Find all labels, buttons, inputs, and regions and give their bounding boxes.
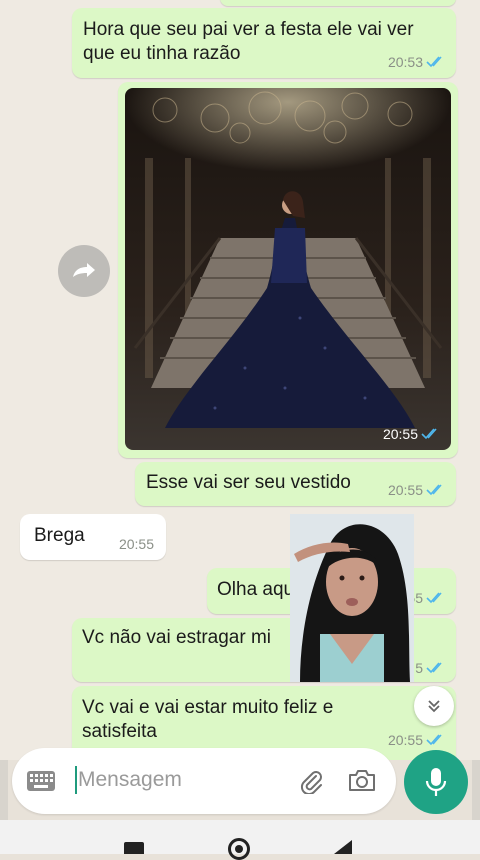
read-ticks-icon [426, 56, 442, 68]
dress-photo-illustration [125, 88, 451, 450]
message-meta: 20:53 [388, 54, 446, 70]
message-time: 20:55 [382, 426, 418, 442]
message-bubble-out[interactable]: Hora que seu pai ver a festa ele vai ver… [72, 8, 456, 78]
camera-icon[interactable] [348, 768, 376, 792]
message-text: Hora que seu pai ver a festa ele vai ver… [83, 19, 414, 64]
message-time: 20:55 [118, 536, 154, 552]
message-meta: 20:55 [388, 732, 446, 748]
system-nav-bar [0, 820, 480, 860]
dress-photo[interactable]: 20:55 [125, 88, 451, 450]
message-bubble-out[interactable]: Esse vai ser seu vestido 20:55 [135, 462, 456, 506]
image-meta: 20:55 [383, 426, 441, 442]
forward-button[interactable] [58, 245, 110, 297]
home-nav-icon[interactable] [228, 838, 250, 860]
message-bubble-partial [220, 0, 456, 6]
text-caret [75, 766, 77, 794]
message-meta: 5 [415, 660, 446, 676]
forward-icon [73, 263, 95, 277]
chat-area[interactable]: Hora que seu pai ver a festa ele vai ver… [0, 0, 480, 760]
recents-nav-icon[interactable] [124, 842, 144, 854]
message-time: 20:55 [387, 482, 423, 498]
keyboard-icon[interactable] [26, 770, 56, 792]
read-ticks-icon [426, 734, 442, 746]
read-ticks-icon [426, 484, 442, 496]
reaction-video-overlay [290, 514, 414, 682]
double-chevron-down-icon [428, 700, 440, 713]
message-input[interactable]: Mensagem [78, 768, 182, 792]
message-meta: 20:55 [388, 482, 446, 498]
paperclip-icon[interactable] [298, 768, 324, 794]
mic-icon [425, 768, 447, 796]
scroll-down-button[interactable] [414, 686, 454, 726]
message-bubble-in[interactable]: Brega 20:55 [20, 514, 166, 560]
message-text: Vc não vai estragar mi [82, 627, 272, 648]
message-text: Esse vai ser seu vestido [146, 472, 351, 493]
message-time: 20:53 [387, 54, 423, 70]
read-ticks-icon [426, 592, 442, 604]
message-text: Olha aqui [217, 579, 299, 600]
message-time: 20:55 [387, 732, 423, 748]
read-ticks-icon [421, 428, 437, 440]
message-meta: 20:55 [119, 536, 154, 552]
person-illustration [290, 514, 414, 682]
message-text: Vc vai e vai estar muito feliz e satisfe… [82, 697, 334, 742]
back-nav-icon[interactable] [334, 840, 354, 854]
message-text: Brega [34, 525, 85, 546]
message-input-bar[interactable]: Mensagem [12, 748, 396, 814]
read-ticks-icon [426, 662, 442, 674]
mic-button[interactable] [404, 750, 468, 814]
message-time: 5 [415, 660, 423, 676]
